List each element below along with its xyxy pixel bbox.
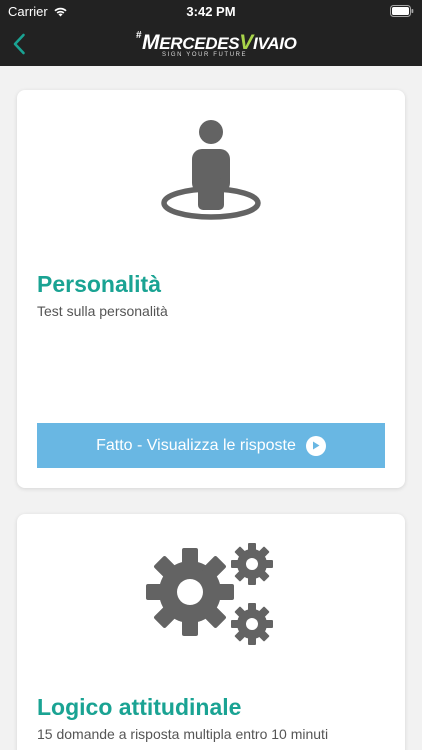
card-description: Test sulla personalità	[37, 303, 168, 319]
back-button[interactable]	[6, 30, 32, 58]
logo-word-a: ERCEDES	[159, 34, 240, 53]
person-location-icon	[161, 120, 261, 220]
view-answers-label: Fatto - Visualizza le risposte	[96, 436, 296, 454]
logo-initial-v: V	[239, 31, 254, 54]
view-answers-button[interactable]: Fatto - Visualizza le risposte	[37, 423, 385, 468]
card-description: 15 domande a risposta multipla entro 10 …	[37, 726, 329, 742]
navigation-bar: # MERCEDESVIVAIO SIGN YOUR FUTURE	[0, 22, 422, 66]
logo-initial-m: M	[142, 31, 160, 54]
play-circle-icon	[305, 435, 326, 456]
gears-icon	[146, 543, 273, 645]
test-card-personalita[interactable]: Personalità Test sulla personalità Fatto…	[17, 90, 405, 488]
test-card-logico[interactable]: Logico attitudinale 15 domande a rispost…	[17, 514, 405, 750]
status-bar: Carrier 3:42 PM	[0, 0, 422, 22]
card-title: Logico attitudinale	[37, 694, 242, 720]
status-time: 3:42 PM	[186, 4, 236, 19]
logo-word-b: IVAIO	[253, 34, 297, 53]
brand-logo: # MERCEDESVIVAIO SIGN YOUR FUTURE	[136, 28, 297, 62]
chevron-left-icon	[13, 33, 25, 55]
battery-icon	[390, 5, 414, 17]
logo-tagline: SIGN YOUR FUTURE	[162, 52, 248, 58]
logo-hash: #	[136, 30, 142, 41]
card-title: Personalità	[37, 271, 161, 297]
